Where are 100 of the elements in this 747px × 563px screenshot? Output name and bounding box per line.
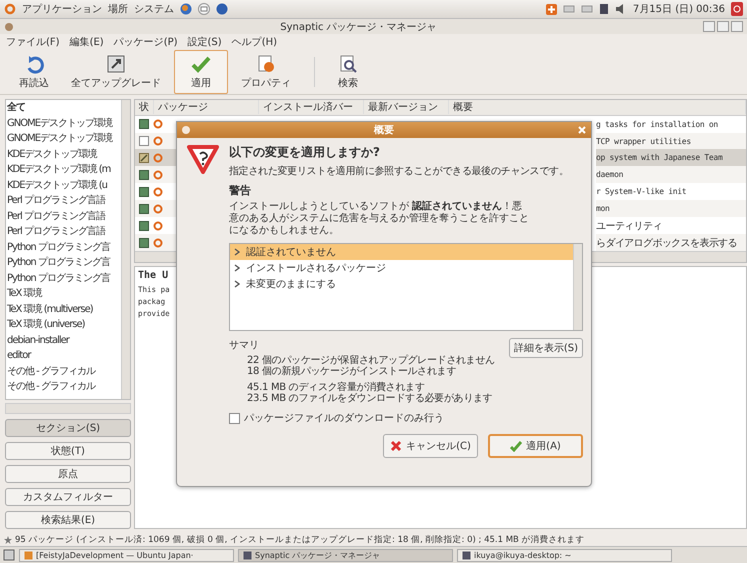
column-header[interactable]: インストール済バー [259,100,364,114]
scrollbar[interactable] [573,244,582,330]
section-item[interactable]: KDEデスクトップ環境 [6,146,121,162]
scrollbar[interactable] [121,100,130,400]
dialog-heading: 以下の変更を適用しますか? [229,144,381,161]
summary-cell[interactable]: daemon [596,166,746,184]
apply-button[interactable]: 適用(A) [488,434,583,458]
app-icon [4,22,14,32]
section-item[interactable]: KDEデスクトップ環境 (m [6,162,121,178]
checkbox-label[interactable]: パッケージファイルのダウンロードのみ行う [244,411,444,425]
cancel-icon [390,440,402,452]
section-item[interactable]: GNOMEデスクトップ環境 [6,131,121,146]
taskbar-button[interactable]: Synaptic パッケージ・マネージャ [238,548,453,562]
section-item[interactable]: debian-installer [6,332,121,348]
update-icon[interactable] [546,4,557,14]
panel-menu[interactable]: アプリケーション [22,2,102,16]
status-cell[interactable] [135,166,177,184]
menu-item[interactable]: 設定(S) [188,35,222,49]
window-icon [243,550,252,560]
checkmark-icon [510,440,522,452]
filter-button[interactable]: 検索結果(E) [5,511,131,529]
cancel-button[interactable]: キャンセル(C) [383,434,478,458]
filter-button[interactable]: 原点 [5,465,131,483]
status-cell[interactable] [135,149,177,166]
section-item[interactable]: Python プログラミング言 [6,270,121,286]
close-icon[interactable] [577,125,587,135]
tree-label: 未変更のままにする [246,278,336,291]
section-item[interactable]: GNOMEデスクトップ環境 [6,116,121,131]
dialog-title: 概要 [372,124,395,137]
globe-icon[interactable] [180,3,192,15]
summary-cell[interactable]: ユーティリティ [596,217,746,234]
tree-item[interactable]: インストールされるパッケージ [230,260,573,276]
menu-item[interactable]: パッケージ(P) [114,35,178,49]
filter-button[interactable]: セクション(S) [5,419,131,437]
panel-menu[interactable]: 場所 [108,2,128,16]
section-item[interactable]: TeX 環境 (multiverse) [6,302,121,317]
checkbox[interactable] [229,412,240,424]
ubuntu-logo-icon [153,220,163,231]
toolbar-button[interactable]: 検索 [329,50,367,94]
section-item[interactable]: Perl プログラミング言語 [6,193,121,208]
summary-line: 23.5 MB のファイルをダウンロードする必要があります [247,393,494,404]
column-header[interactable]: 最新バージョン [364,100,449,114]
window-icon [24,550,33,560]
ubuntu-logo-icon[interactable] [4,3,16,15]
section-item[interactable]: editor [6,348,121,364]
tree-item[interactable]: 認証されていません [230,244,573,260]
summary-cell[interactable]: mon [596,200,746,218]
power-icon[interactable] [731,2,743,16]
section-item[interactable]: Perl プログラミング言語 [6,224,121,240]
section-item[interactable]: 全て [6,100,121,116]
toolbar-button[interactable]: 全てアップグレード [62,50,170,94]
toolbar-button[interactable]: 適用 [174,50,228,94]
summary-cell[interactable]: TCP wrapper utilities [596,132,746,150]
taskbar-button[interactable]: [FeistyJaDevelopment — Ubuntu Japan· [19,548,234,562]
section-item[interactable]: Python プログラミング言 [6,240,121,255]
summary-line: 18 個の新規パッケージがインストールされます [247,366,458,377]
ubuntu-logo-icon [153,136,163,146]
toolbar-button[interactable]: プロパティ [232,50,300,94]
scrollbar[interactable] [5,403,131,414]
checkmark-icon [191,54,211,74]
window-title: Synaptic パッケージ・マネージャ [279,20,438,34]
section-item[interactable]: KDEデスクトップ環境 (u [6,178,121,193]
summary-cell[interactable]: g tasks for installation on [596,116,746,133]
status-cell[interactable] [135,132,177,150]
column-header[interactable]: 状 [135,100,154,114]
ubuntu-logo-icon [153,170,163,180]
ubuntu-logo-icon [153,119,163,130]
panel-clock[interactable]: 7月15日 (日) 00:36 [632,2,725,16]
section-item[interactable]: TeX 環境 [6,286,121,302]
tree-item[interactable]: 未変更のままにする [230,276,573,292]
taskbar-button[interactable]: ikuya@ikuya-desktop: ~ [457,548,672,562]
close-button[interactable] [731,21,743,32]
show-desktop-icon[interactable] [3,549,15,561]
column-header[interactable]: パッケージ [154,100,259,114]
filter-button[interactable]: カスタムフィルター [5,488,131,506]
panel-menu[interactable]: システム [134,2,174,16]
menu-item[interactable]: ファイル(F) [6,35,60,49]
summary-cell[interactable]: op system with Japanese Team [596,149,746,166]
status-cell[interactable] [135,200,177,218]
summary-cell[interactable]: らダイアログボックスを表示する [596,234,746,252]
section-item[interactable]: その他 - グラフィカル [6,379,121,394]
minimize-button[interactable] [703,21,715,32]
column-header[interactable]: 概要 [449,100,746,114]
section-item[interactable]: TeX 環境 (universe) [6,317,121,332]
summary-line: 45.1 MB のディスク容量が消費されます [247,382,425,393]
filter-button[interactable]: 状態(T) [5,442,131,460]
maximize-button[interactable] [717,21,729,32]
section-item[interactable]: その他 - グラフィカル [6,364,121,379]
ubuntu-logo-icon [153,204,163,214]
section-item[interactable]: Python プログラミング言 [6,255,121,270]
menu-item[interactable]: ヘルプ(H) [232,35,278,49]
ubuntu-logo-icon [153,186,163,197]
details-button[interactable]: 詳細を表示(S) [508,338,583,358]
summary-line: 22 個のパッケージが保留されアップグレードされません [247,355,496,366]
summary-cell[interactable]: r System-V-like init [596,183,746,200]
app-icon [181,125,191,135]
menu-item[interactable]: 編集(E) [70,35,104,49]
toolbar-button[interactable]: 再読込 [10,50,58,94]
status-cell[interactable] [135,234,177,252]
section-item[interactable]: Perl プログラミング言語 [6,208,121,224]
